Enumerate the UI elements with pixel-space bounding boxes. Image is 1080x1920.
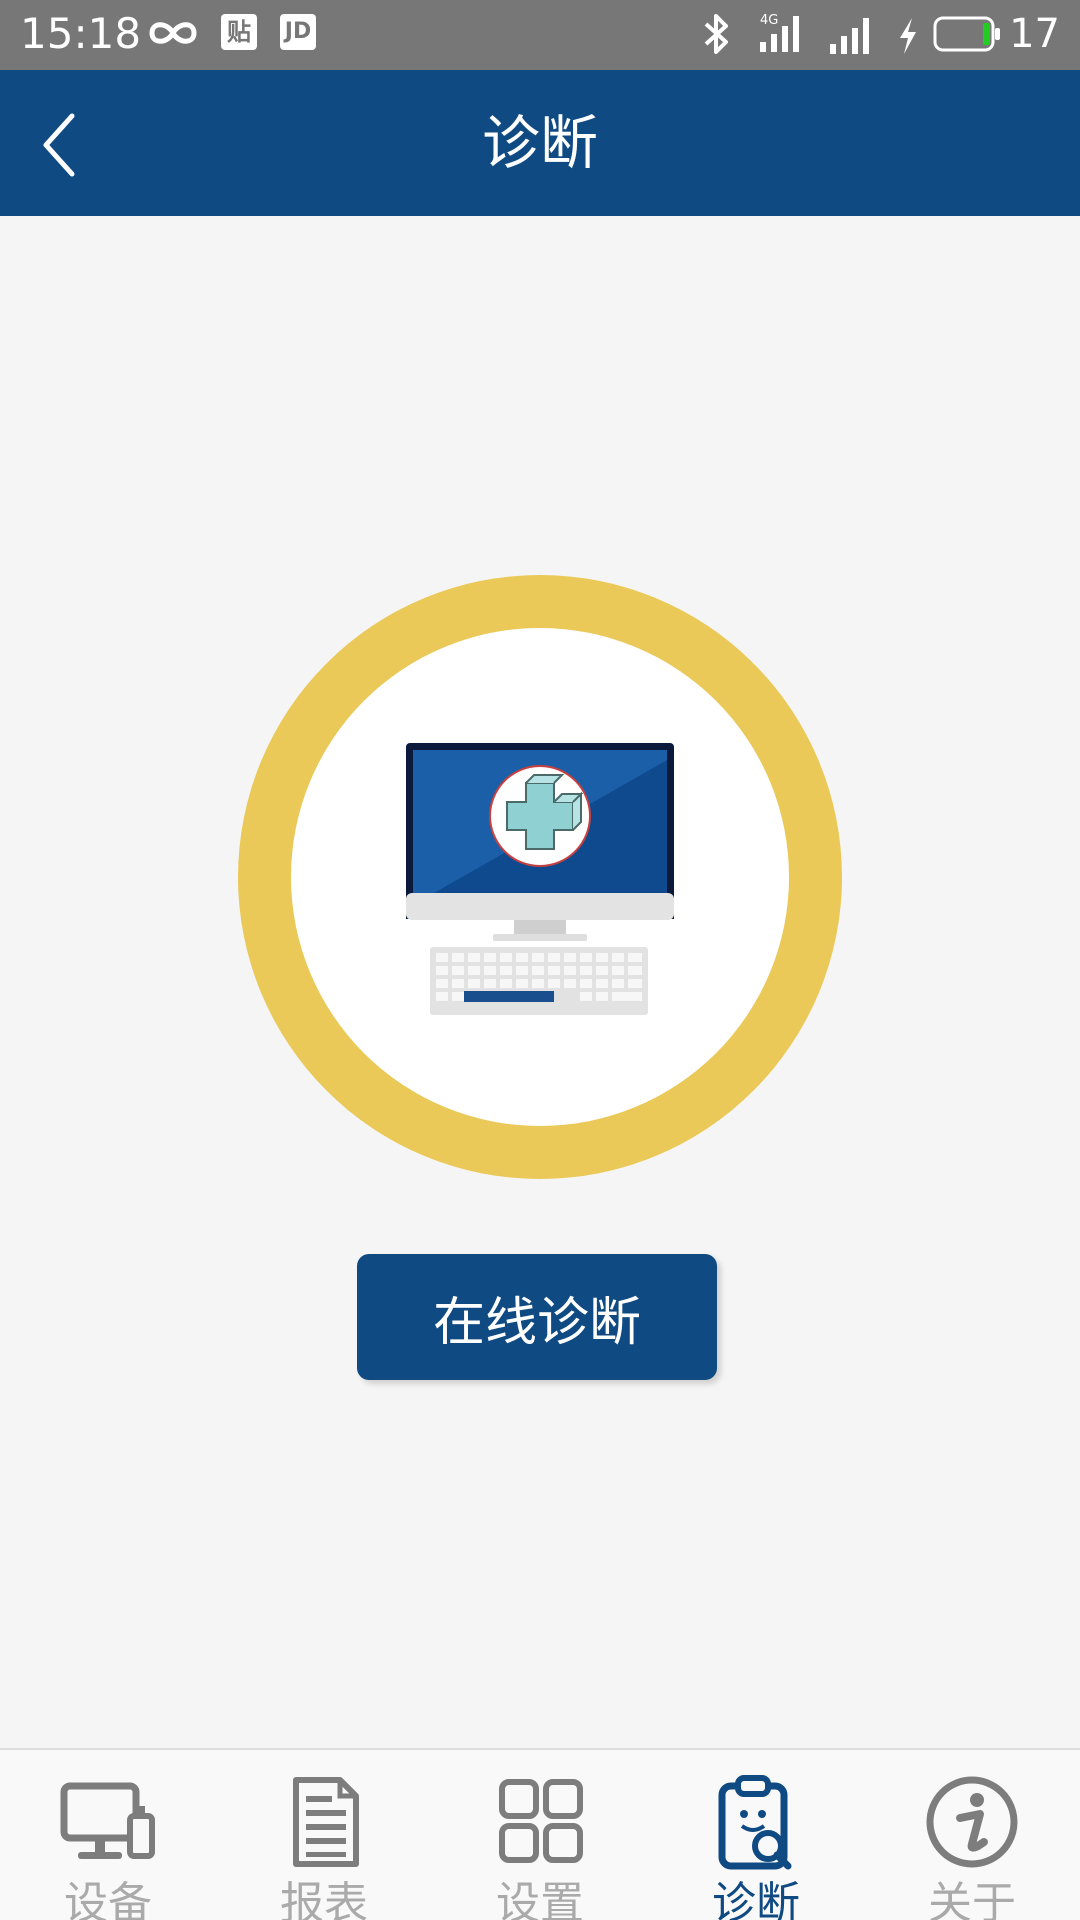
online-diagnosis-button[interactable]: 在线诊断	[357, 1254, 717, 1380]
bluetooth-icon	[704, 14, 728, 54]
bottom-nav: 设备 报表 设置 诊断 关于	[0, 1748, 1080, 1920]
grid-icon	[499, 1779, 583, 1863]
nav-item-about[interactable]: 关于	[864, 1750, 1080, 1920]
app-bar: 诊断	[0, 70, 1080, 216]
status-bar: 15:18 贴 JD 4G 17	[0, 0, 1080, 70]
status-time: 15:18	[20, 9, 142, 58]
nav-item-report[interactable]: 报表	[216, 1750, 432, 1920]
devices-icon	[60, 1782, 155, 1859]
nav-item-devices[interactable]: 设备	[0, 1750, 216, 1920]
signal-icon-4g: 4G	[760, 13, 799, 52]
chevron-left-icon	[43, 113, 75, 177]
battery-level: 17	[1009, 11, 1060, 57]
screen: 15:18 贴 JD 4G 17 诊断 在线诊断 设备 报表 设置 诊断 关于	[0, 0, 1080, 1920]
clipboard-search-icon	[718, 1775, 792, 1870]
nav-label-settings: 设置	[496, 1878, 584, 1920]
nav-label-diagnosis: 诊断	[712, 1878, 800, 1920]
nav-label-devices: 设备	[64, 1878, 152, 1920]
nav-item-settings[interactable]: 设置	[432, 1750, 648, 1920]
back-button[interactable]	[24, 100, 114, 190]
status-badge-tie: 贴	[221, 14, 257, 50]
info-icon	[926, 1776, 1018, 1868]
nav-item-diagnosis[interactable]: 诊断	[648, 1750, 864, 1920]
infinity-icon	[149, 22, 197, 44]
status-badge-jd: JD	[280, 14, 316, 50]
network-label: 4G	[760, 13, 778, 28]
charging-icon	[900, 18, 916, 54]
computer-diagnosis-icon	[238, 575, 842, 1179]
nav-label-about: 关于	[928, 1878, 1016, 1920]
battery-icon	[933, 16, 1000, 52]
page-title: 诊断	[481, 109, 598, 177]
report-icon	[293, 1777, 359, 1867]
nav-label-report: 报表	[280, 1878, 368, 1920]
signal-icon	[830, 18, 869, 54]
